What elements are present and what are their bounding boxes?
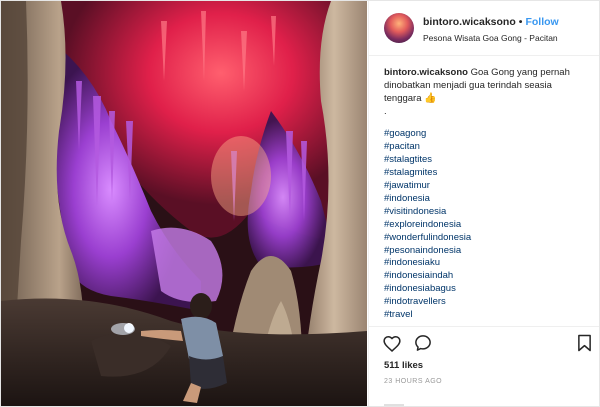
- caption-username[interactable]: bintoro.wicaksono: [384, 67, 468, 78]
- username-link[interactable]: bintoro.wicaksono: [423, 16, 516, 28]
- avatar-image: [384, 13, 414, 43]
- hashtag-link[interactable]: #stalagtites: [384, 154, 589, 167]
- caption-dot: .: [384, 106, 387, 118]
- comment-icon[interactable]: [414, 334, 432, 357]
- post-photo[interactable]: [1, 1, 367, 406]
- post-timestamp[interactable]: 23 HOURS AGO: [384, 378, 442, 385]
- hashtag-list: #goagong #pacitan #stalagtites #stalagmites…: [384, 128, 589, 322]
- hashtag-link[interactable]: #indotravellers: [384, 296, 589, 309]
- hashtag-link[interactable]: #indonesia: [384, 193, 589, 206]
- thumbs-up-icon: 👍: [424, 92, 437, 104]
- hashtag-link[interactable]: #travel: [384, 309, 589, 322]
- hashtag-link[interactable]: #exploreindonesia: [384, 219, 589, 232]
- post-sidebar: bintoro.wicaksono • Follow Pesona Wisata G…: [368, 1, 599, 406]
- instagram-post: bintoro.wicaksono • Follow Pesona Wisata G…: [0, 0, 600, 407]
- hashtag-link[interactable]: #indonesiaku: [384, 257, 589, 270]
- post-actions: 511 likes 23 HOURS AGO: [369, 326, 599, 406]
- separator-dot: •: [518, 16, 523, 28]
- hashtag-link[interactable]: #jawatimur: [384, 180, 589, 193]
- cave-photo: [1, 1, 367, 406]
- bookmark-icon[interactable]: [577, 334, 592, 357]
- location-link[interactable]: Pesona Wisata Goa Gong - Pacitan: [423, 33, 558, 43]
- hashtag-link[interactable]: #indonesiaindah: [384, 270, 589, 283]
- hashtag-link[interactable]: #indonesiabagus: [384, 283, 589, 296]
- hashtag-link[interactable]: #pesonaindonesia: [384, 245, 589, 258]
- header-user-line: bintoro.wicaksono • Follow: [423, 16, 559, 28]
- hashtag-link[interactable]: #stalagmites: [384, 167, 589, 180]
- hashtag-link[interactable]: #wonderfulindonesia: [384, 232, 589, 245]
- caption: bintoro.wicaksono Goa Gong yang pernah d…: [384, 67, 589, 325]
- hashtag-link[interactable]: #visitindonesia: [384, 206, 589, 219]
- follow-button[interactable]: Follow: [525, 16, 558, 28]
- likes-count[interactable]: 511 likes: [384, 360, 423, 371]
- heart-icon[interactable]: [383, 335, 401, 357]
- hashtag-link[interactable]: #goagong: [384, 128, 589, 141]
- avatar[interactable]: [384, 13, 414, 43]
- caption-text-block: bintoro.wicaksono Goa Gong yang pernah d…: [384, 67, 589, 105]
- post-header: bintoro.wicaksono • Follow Pesona Wisata G…: [369, 1, 599, 56]
- hashtag-link[interactable]: #pacitan: [384, 141, 589, 154]
